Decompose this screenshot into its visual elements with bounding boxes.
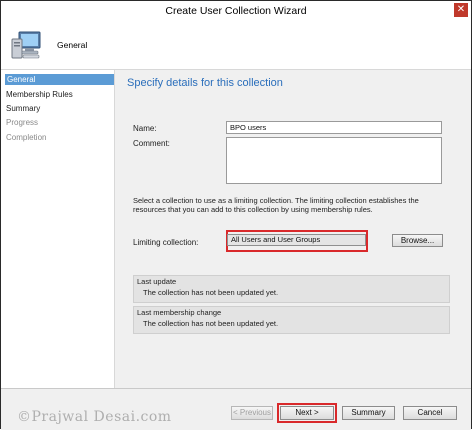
wizard-header: General [1, 21, 471, 70]
close-icon: ✕ [456, 4, 466, 15]
last-update-value: The collection has not been updated yet. [143, 288, 279, 297]
limiting-collection-field: All Users and User Groups [227, 234, 366, 246]
previous-button: < Previous [231, 406, 273, 420]
last-update-panel: Last update The collection has not been … [133, 275, 450, 303]
window-title: Create User Collection Wizard [165, 5, 307, 17]
comment-textarea[interactable] [226, 137, 442, 184]
close-button[interactable]: ✕ [454, 3, 468, 17]
nav-item-general[interactable]: General [5, 74, 114, 85]
nav-item-completion: Completion [6, 133, 47, 142]
watermark: ©Prajwal Desai.com [17, 409, 172, 425]
computer-icon [11, 31, 41, 59]
limiting-collection-label: Limiting collection: [133, 238, 199, 247]
name-input[interactable]: BPO users [226, 121, 442, 134]
browse-button[interactable]: Browse... [392, 234, 443, 247]
nav-item-progress: Progress [6, 118, 39, 127]
comment-label: Comment: [133, 139, 170, 148]
next-button[interactable]: Next > [280, 406, 334, 420]
nav-item-summary[interactable]: Summary [6, 103, 40, 114]
main-panel: Specify details for this collection Name… [115, 70, 471, 388]
last-change-panel: Last membership change The collection ha… [133, 306, 450, 334]
wizard-footer: ©Prajwal Desai.com < Previous Next > Sum… [1, 388, 471, 430]
cancel-button[interactable]: Cancel [403, 406, 457, 420]
last-update-label: Last update [137, 277, 177, 286]
title-bar: Create User Collection Wizard ✕ [1, 1, 471, 22]
nav-item-membership-rules[interactable]: Membership Rules [6, 89, 73, 100]
last-change-value: The collection has not been updated yet. [143, 319, 279, 328]
section-title: Specify details for this collection [127, 77, 283, 89]
limiting-description: Select a collection to use as a limiting… [133, 196, 419, 214]
last-change-label: Last membership change [137, 308, 222, 317]
page-title: General [57, 40, 88, 50]
summary-button[interactable]: Summary [342, 406, 395, 420]
name-label: Name: [133, 124, 157, 133]
wizard-window: Create User Collection Wizard ✕ General … [0, 0, 472, 430]
wizard-nav: General Membership Rules Summary Progres… [1, 70, 115, 388]
